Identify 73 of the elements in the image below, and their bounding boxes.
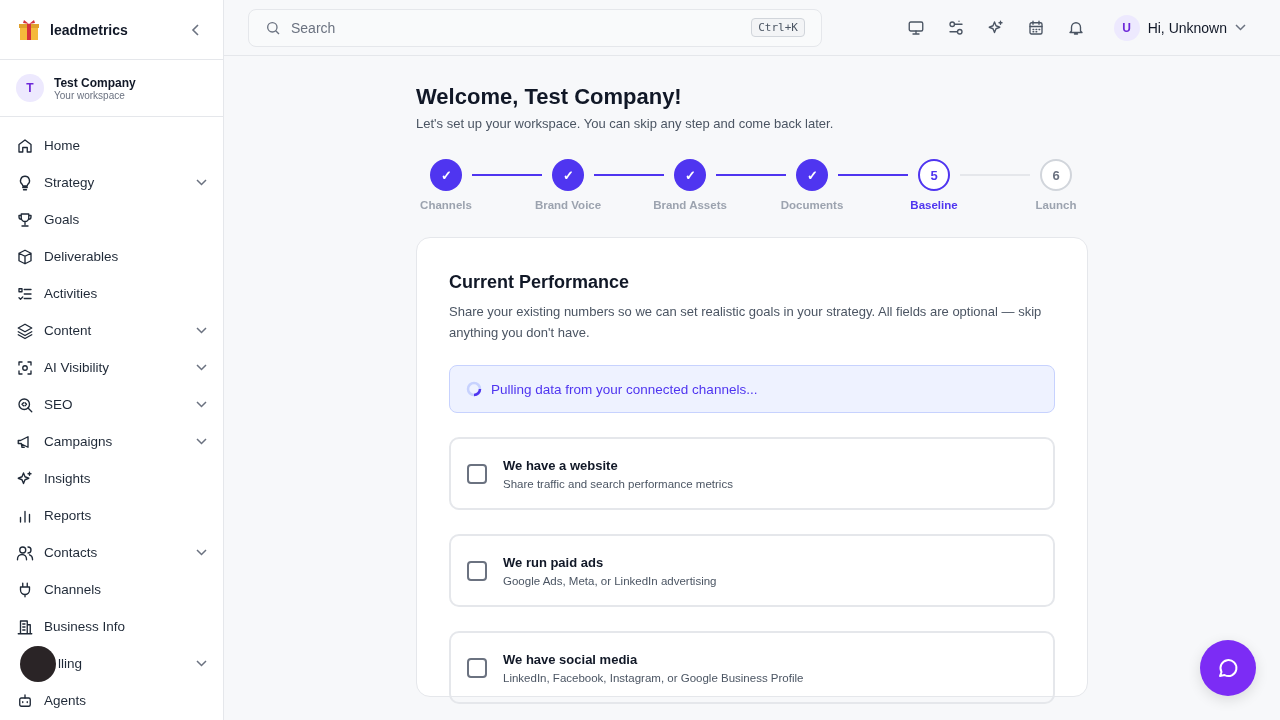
- workspace-subtitle: Your workspace: [54, 89, 125, 101]
- option-description: Share traffic and search performance metrics: [503, 477, 733, 490]
- building-icon: [16, 617, 34, 636]
- trophy-icon: [16, 210, 34, 229]
- sidebar-item[interactable]: Strategy: [0, 164, 223, 201]
- workspace-avatar: T: [16, 74, 44, 102]
- step-indicator: 5: [918, 159, 950, 191]
- step-indicator: ✓: [674, 159, 706, 191]
- search-input[interactable]: Search: [289, 18, 744, 37]
- scan-icon: [16, 358, 34, 377]
- robot-icon: [16, 691, 34, 710]
- users-icon: [16, 543, 34, 562]
- notice-text: Pulling data from your connected channels...: [491, 381, 758, 397]
- calendar-icon: [1026, 18, 1045, 37]
- search-field[interactable]: Search Ctrl+K: [248, 8, 822, 47]
- checkbox[interactable]: [467, 463, 487, 484]
- option-card[interactable]: We run paid ads Google Ads, Meta, or LinkedIn advertising: [449, 534, 1055, 607]
- sidebar-item[interactable]: Channels: [0, 571, 223, 608]
- spinner-icon: [466, 381, 482, 397]
- search-code-icon: [16, 395, 34, 414]
- toggles-icon: [946, 18, 965, 37]
- workspace-name: Test Company: [54, 75, 136, 90]
- step-indicator: ✓: [796, 159, 828, 191]
- shortcut-hint: Ctrl+K: [751, 18, 805, 37]
- sidebar-item[interactable]: Activities: [0, 275, 223, 312]
- sidebar-item[interactable]: Business Info: [0, 608, 223, 645]
- chevron-down-icon: [1235, 24, 1246, 31]
- step-label: Launch: [1035, 199, 1077, 211]
- sidebar-item[interactable]: Insights: [0, 460, 223, 497]
- sidebar-item[interactable]: Content: [0, 312, 223, 349]
- package-icon: [16, 247, 34, 266]
- option-title: We have a website: [503, 457, 619, 473]
- chat-bubble-icon: [1216, 656, 1240, 680]
- option-description: Google Ads, Meta, or LinkedIn advertising: [503, 574, 717, 587]
- monitor-icon: [906, 18, 925, 37]
- option-description: LinkedIn, Facebook, Instagram, or Google Business Profile: [503, 671, 804, 684]
- sidebar-item[interactable]: lling: [0, 645, 223, 682]
- step-label: Baseline: [910, 199, 958, 211]
- step-indicator: ✓: [552, 159, 584, 191]
- step-indicator: ✓: [430, 159, 462, 191]
- sidebar-item[interactable]: SEO: [0, 386, 223, 423]
- sidebar-item[interactable]: Goals: [0, 201, 223, 238]
- layers-icon: [16, 321, 34, 340]
- cursor-circle: [20, 645, 56, 682]
- sidebar-item[interactable]: Deliverables: [0, 238, 223, 275]
- step-label: Documents: [780, 199, 844, 211]
- gift-logo-icon: [18, 18, 40, 41]
- sidebar-item[interactable]: Home: [0, 127, 223, 164]
- step-indicator: 6: [1040, 159, 1072, 191]
- sidebar-item[interactable]: Agents: [0, 682, 223, 719]
- sidebar-item[interactable]: Reports: [0, 497, 223, 534]
- step-label: Channels: [420, 199, 472, 211]
- search-icon: [265, 19, 281, 36]
- user-avatar: U: [1113, 14, 1140, 41]
- collapse-chevron-icon[interactable]: [191, 23, 201, 36]
- chat-button[interactable]: [1200, 640, 1256, 696]
- checkbox[interactable]: [467, 657, 487, 678]
- brand-name: leadmetrics: [50, 21, 129, 38]
- card-title: Current Performance: [449, 272, 631, 293]
- card-description: Share your existing numbers so we can set realistic goals in your strategy. All fields are optional — skip anything you don't have.: [449, 303, 1043, 342]
- step-label: Brand Voice: [534, 199, 602, 211]
- page-subtitle: Let's set up your workspace. You can skip any step and come back later.: [416, 116, 835, 131]
- option-title: We have social media: [503, 651, 639, 667]
- page-title: Welcome, Test Company!: [416, 84, 683, 110]
- step-label: Brand Assets: [653, 199, 727, 211]
- option-card[interactable]: We have social media LinkedIn, Facebook, Instagram, or Google Business Profile: [449, 631, 1055, 704]
- checkbox[interactable]: [467, 560, 487, 581]
- sidebar-item[interactable]: Contacts: [0, 534, 223, 571]
- user-menu[interactable]: U Hi, Unknown: [1099, 14, 1256, 41]
- option-card[interactable]: We have a website Share traffic and search performance metrics: [449, 437, 1055, 510]
- sidebar-item[interactable]: Campaigns: [0, 423, 223, 460]
- sidebar-item[interactable]: AI Visibility: [0, 349, 223, 386]
- option-title: We run paid ads: [503, 554, 605, 570]
